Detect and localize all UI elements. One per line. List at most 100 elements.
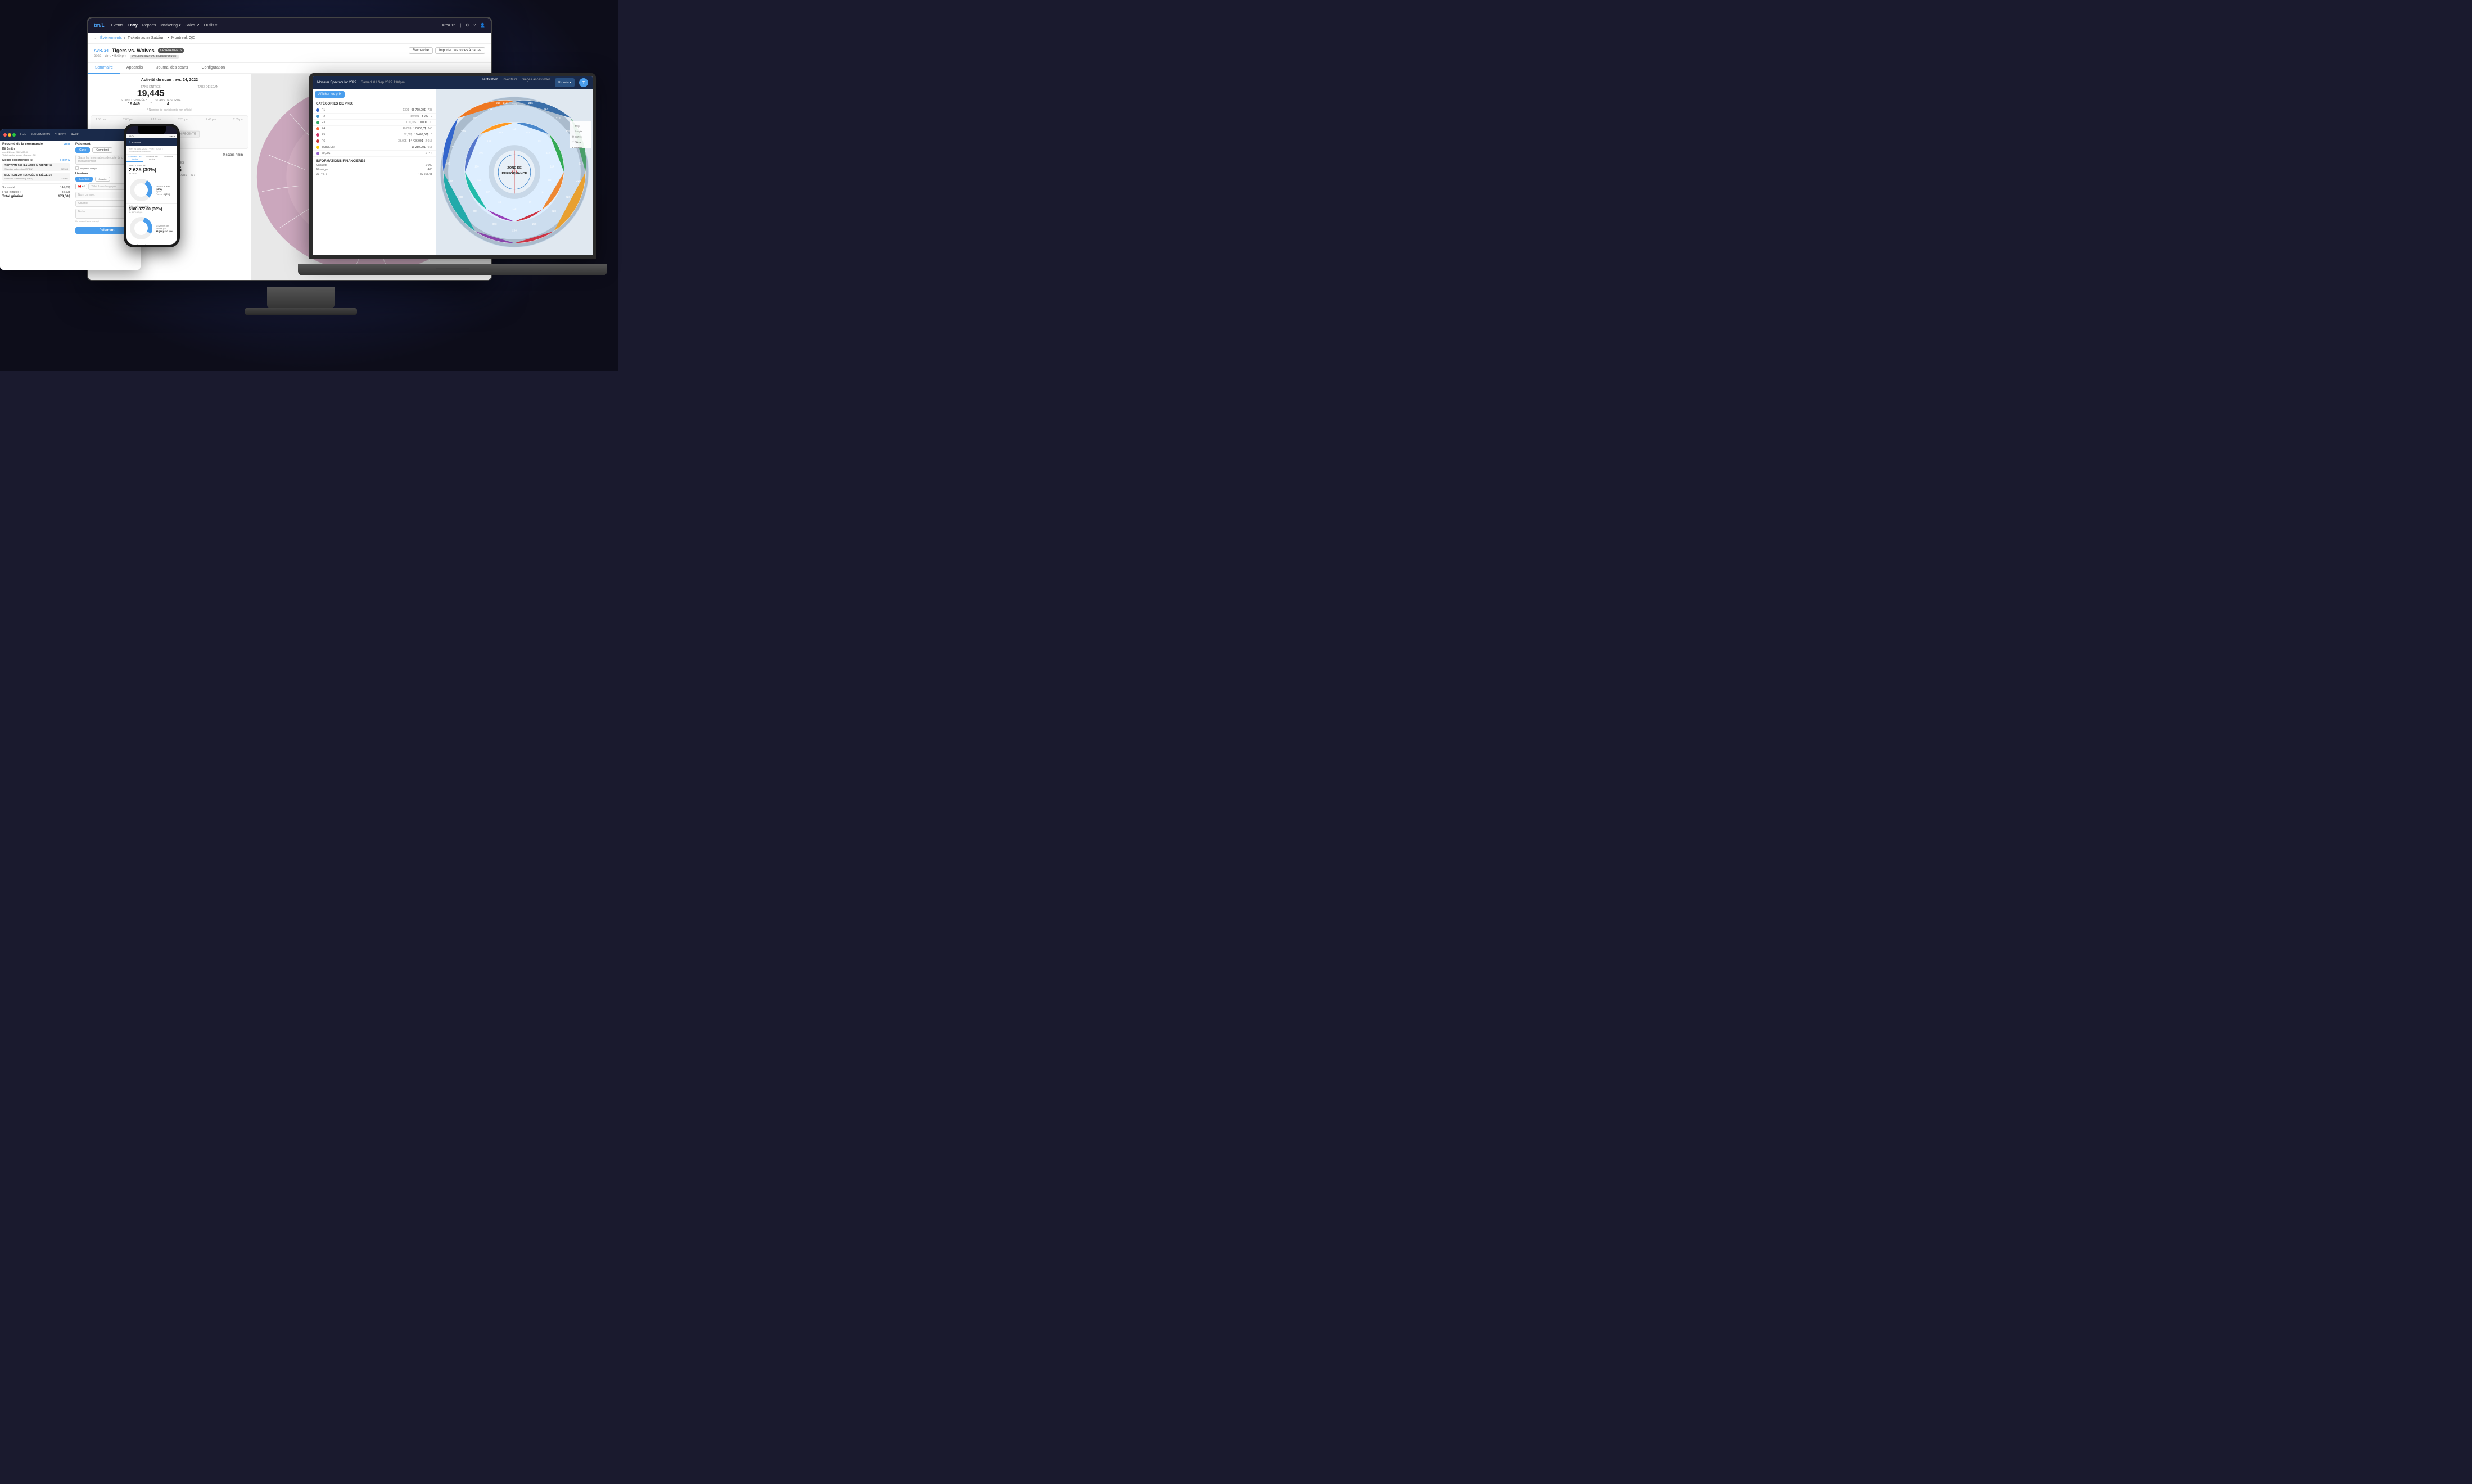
sold-stat-row: Vendus 2 625 (30%) xyxy=(156,185,175,191)
fixer-button[interactable]: Fixer ① xyxy=(60,159,70,162)
close-btn[interactable] xyxy=(3,133,7,137)
laptop-tab-inventaire[interactable]: Inventaire xyxy=(503,78,517,87)
phone-category: Catégorie de prix P1 xyxy=(126,242,177,245)
settings-icon[interactable]: ⚙ xyxy=(466,23,469,28)
svg-text:213: 213 xyxy=(496,102,500,105)
phone-tab-ventes[interactable]: Sommaire Des Ventes xyxy=(126,155,143,162)
delivery-tab-sms[interactable]: Texte/SMS xyxy=(75,177,93,182)
svg-text:112: 112 xyxy=(538,139,542,142)
time-0: 1:55 pm xyxy=(96,118,106,121)
phone-user-label: Kit Smith xyxy=(132,141,141,144)
svg-text:303: 303 xyxy=(492,223,497,226)
total-distributed-value: 2 625 (30%) xyxy=(129,167,175,173)
price-total-p2: 3 920 xyxy=(422,115,429,118)
svg-text:ZONE DE: ZONE DE xyxy=(507,166,522,170)
phone-tab-tendance[interactable]: Tendance des ventes xyxy=(143,155,160,162)
help-icon[interactable]: ? xyxy=(473,24,476,28)
tab-liste[interactable]: Liste xyxy=(20,133,26,137)
tm1-topbar: tm/1 Events Entry Reports Marketing ▾ Sa… xyxy=(88,18,491,33)
donut-2-stats: Moyenne des ventes par 38 (0%) / 50 (0%) xyxy=(156,224,175,233)
breadcrumb-evenements[interactable]: Événements xyxy=(100,36,122,40)
nav-sales[interactable]: Sales ↗ xyxy=(186,23,200,28)
tab-clients[interactable]: CLIENTS xyxy=(55,133,66,137)
time-1: 2:07 pm xyxy=(123,118,133,121)
nav-entry[interactable]: Entry xyxy=(128,24,138,28)
nav-events[interactable]: Events xyxy=(111,24,123,28)
tab-journal[interactable]: Journal des scans xyxy=(150,63,195,74)
laptop-tabs: Tarification Inventaire Sièges accessibl… xyxy=(482,78,588,87)
delivery-tab-courrier[interactable]: Courrier xyxy=(95,177,110,182)
maximize-btn[interactable] xyxy=(12,133,16,137)
price-label-p6: P6 xyxy=(322,139,396,143)
price-count-60: 1 PRI xyxy=(425,152,432,155)
order-summary-title: Résumé de la commande Vider xyxy=(2,143,70,146)
nav-marketing[interactable]: Marketing ▾ xyxy=(160,23,180,28)
area-label: Area 15 xyxy=(442,24,456,28)
price-count-p3: 10 xyxy=(429,121,432,124)
export-button[interactable]: Exporter ▾ xyxy=(555,78,575,87)
laptop-app: Monster Spectacular 2022 Samedi 01 Sep 2… xyxy=(313,76,593,255)
svg-text:121: 121 xyxy=(477,178,482,181)
import-button[interactable]: Importer des codes à barres xyxy=(435,47,485,54)
order-seats-title: Sièges sélectionnés (2) Fixer ① xyxy=(2,159,70,162)
price-label-p2: P2 xyxy=(322,115,408,118)
subtotal-label: Sous-total xyxy=(2,186,15,189)
laptop-tab-tarification[interactable]: Tarification xyxy=(482,78,498,87)
price-item-p5: P5 37,00$ 15 403,00$ 0 xyxy=(313,132,436,138)
price-dot-p6 xyxy=(316,139,319,143)
events-badge: 6 ÉVÉNEMENTS xyxy=(158,48,184,53)
nav-outils[interactable]: Outils ▾ xyxy=(204,23,217,28)
order-vider-button[interactable]: Vider xyxy=(64,143,70,146)
chart-times: 1:55 pm 2:07 pm 2:19 pm 2:31 pm 2:43 pm … xyxy=(96,118,243,121)
subtotal-value: 146,08$ xyxy=(60,186,70,189)
phone-time: 15:04 xyxy=(129,135,134,138)
tab-evenements[interactable]: ÉVÉNEMENTS xyxy=(31,133,50,137)
price-item-p1: P1 130$ 95 760,00$ 738 xyxy=(313,107,436,114)
svg-text:PERFORMANCE: PERFORMANCE xyxy=(501,172,527,175)
svg-text:226: 226 xyxy=(566,196,570,199)
laptop-screen: Monster Spectacular 2022 Samedi 01 Sep 2… xyxy=(309,73,596,259)
tab-sommaire[interactable]: Sommaire xyxy=(88,63,120,74)
main-scene: tm/1 Events Entry Reports Marketing ▾ Sa… xyxy=(0,0,618,371)
fans-entres-stat: FANS ENTRÉS 19,445 SCANS D'ENTRÉE * 19,4… xyxy=(121,85,181,106)
nav-reports[interactable]: Reports xyxy=(142,24,156,28)
svg-text:229: 229 xyxy=(532,223,536,226)
tab-configuration[interactable]: Configuration xyxy=(195,63,232,74)
time-3: 2:31 pm xyxy=(178,118,188,121)
laptop-tab-sieges[interactable]: Sièges accessibles xyxy=(522,78,550,87)
minimize-btn[interactable] xyxy=(8,133,11,137)
total-taxes-row: Frais et taxes : 34,50$ xyxy=(2,190,70,194)
separator-icon: | xyxy=(460,24,461,28)
phone: 15:04 ●●●● ‹ Kit Smith mer. 21 janv. 202… xyxy=(118,124,186,259)
scan-out-item: SCANS DE SORTIE 4 xyxy=(155,99,180,106)
svg-text:113: 113 xyxy=(546,151,550,154)
window-controls xyxy=(3,133,16,137)
back-arrow-icon[interactable]: ← xyxy=(94,36,98,40)
country-code[interactable]: 🇨🇦 +1 xyxy=(75,184,87,189)
price-total-p5: 15 403,00$ xyxy=(414,133,428,137)
checkbox-icon[interactable] xyxy=(75,166,79,170)
pay-tab-comptant[interactable]: Comptant xyxy=(92,147,112,153)
phone-back-button[interactable]: ‹ xyxy=(129,141,130,144)
moy-label-phone: Moyenne des ventes par xyxy=(156,224,175,230)
donut-chart-2 xyxy=(129,216,153,241)
search-button[interactable]: Recherche xyxy=(409,47,433,54)
event-title: Tigers vs. Wolves xyxy=(112,48,155,53)
event-title-row: AVR. 24 Tigers vs. Wolves 6 ÉVÉNEMENTS R… xyxy=(94,47,485,54)
phone-stats: Total - Distribués 2 625 (30%) de 7 825 xyxy=(126,162,177,177)
total-label: Total général xyxy=(2,195,23,198)
user-icon[interactable]: 👤 xyxy=(480,23,485,28)
filter-prices-button[interactable]: Afficher les prix xyxy=(315,91,345,98)
phone-tab-inventaire[interactable]: Inventaire xyxy=(160,155,177,162)
price-price-p2: 80,00$ xyxy=(410,115,419,118)
print-receipt-label: Imprimer le reçu xyxy=(80,167,97,170)
price-price-p4: 40,00$ xyxy=(403,127,411,130)
monitor-base xyxy=(245,308,357,315)
tab-rapports[interactable]: RAPP... xyxy=(71,133,80,137)
pay-tab-carte[interactable]: Carte xyxy=(75,147,90,153)
phone-order-total: Total = valeur nominale $180 877,00 (36%… xyxy=(126,203,177,215)
order-summary-label: Résumé de la commande xyxy=(2,143,43,146)
tab-appareils[interactable]: Appareils xyxy=(120,63,150,74)
svg-text:304: 304 xyxy=(473,210,477,213)
fin-seats-value: 400 xyxy=(428,168,432,171)
